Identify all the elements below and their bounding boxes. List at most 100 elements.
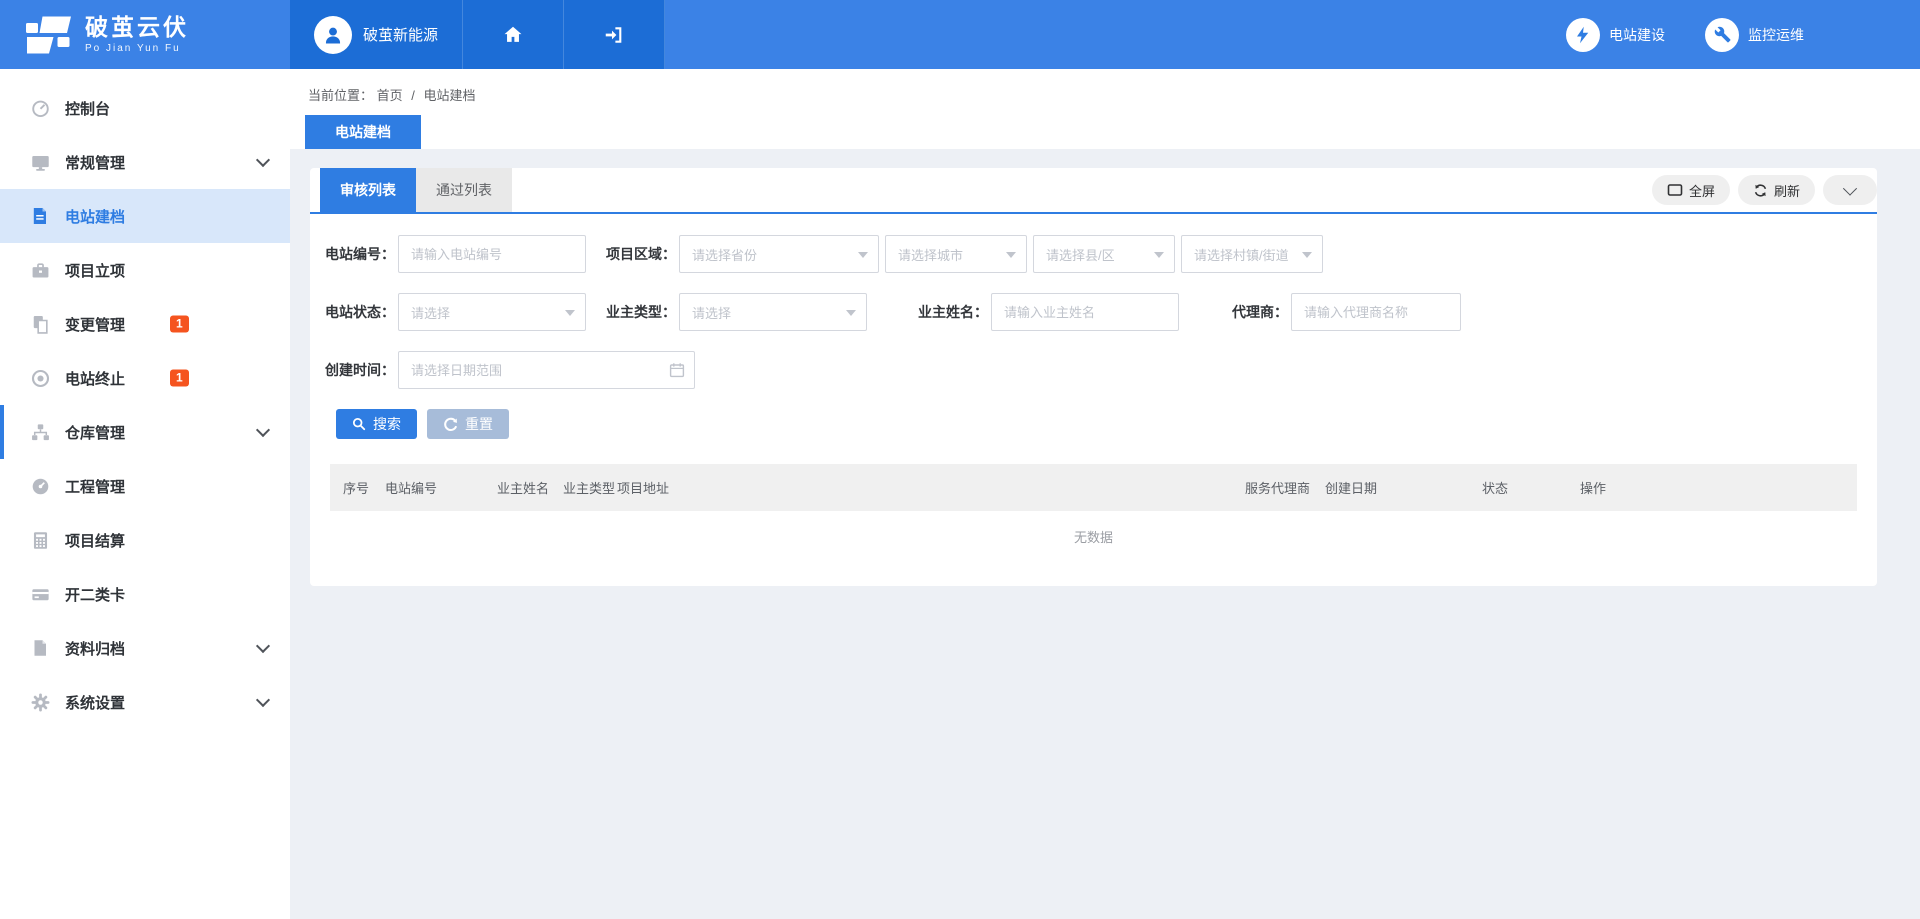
mode-monitor-ops[interactable]: 监控运维 — [1705, 18, 1804, 52]
station-status-select[interactable]: 请选择 — [398, 293, 586, 331]
dashboard-icon — [30, 98, 50, 118]
sidebar-item-general-mgmt[interactable]: 常规管理 — [0, 135, 290, 189]
company-name: 破茧新能源 — [363, 24, 438, 45]
logo-title: 破茧云伏 — [85, 15, 189, 40]
wrench-icon — [1705, 18, 1739, 52]
badge: 1 — [170, 316, 189, 333]
logo-icon — [26, 14, 72, 56]
list-panel: 审核列表 通过列表 全屏 — [310, 168, 1877, 586]
home-button[interactable] — [463, 0, 564, 69]
owner-type-select[interactable]: 请选择 — [679, 293, 867, 331]
date-range-picker[interactable] — [398, 351, 695, 389]
sidebar-item-engineering-mgmt[interactable]: 工程管理 — [0, 459, 290, 513]
app-root: 破茧云伏 Po Jian Yun Fu 破茧新能源 — [0, 0, 1920, 919]
header-nav-group: 破茧新能源 — [290, 0, 665, 69]
station-no-input[interactable] — [398, 235, 586, 273]
tab-passed-list[interactable]: 通过列表 — [416, 168, 512, 212]
signout-icon — [603, 24, 625, 46]
calculator-icon — [30, 530, 50, 550]
sidebar-item-project-initiation[interactable]: 项目立项 — [0, 243, 290, 297]
province-select[interactable]: 请选择省份 — [679, 235, 879, 273]
header-mode-switch: 电站建设 监控运维 — [1566, 0, 1920, 69]
owner-name-label: 业主姓名： — [867, 302, 988, 322]
panel-tab-row: 审核列表 通过列表 全屏 — [310, 168, 1877, 214]
home-icon — [502, 24, 524, 46]
column-header: 创建日期 — [1325, 478, 1482, 497]
pages-icon — [30, 314, 50, 334]
avatar — [314, 16, 352, 54]
sidebar-item-station-termination[interactable]: 电站终止 1 — [0, 351, 290, 405]
breadcrumb-home[interactable]: 首页 — [377, 88, 403, 103]
monitor-icon — [30, 152, 50, 172]
caret-down-icon — [565, 310, 575, 316]
sidebar-item-data-archive[interactable]: 资料归档 — [0, 621, 290, 675]
date-range-input[interactable] — [398, 351, 695, 389]
chevron-down-icon — [256, 153, 270, 167]
chevron-down-icon — [256, 693, 270, 707]
briefcase-icon — [30, 260, 50, 280]
filter-form: 电站编号： 项目区域： 请选择省份 请选择城市 请选择县/区 — [310, 214, 1877, 389]
refresh-button[interactable]: 刷新 — [1738, 175, 1815, 205]
column-header: 操作 — [1580, 478, 1857, 497]
sitemap-icon — [30, 422, 50, 442]
content-background: 审核列表 通过列表 全屏 — [290, 149, 1920, 919]
chevron-down-icon — [1843, 182, 1857, 196]
gear-icon — [30, 692, 50, 712]
user-icon — [322, 24, 344, 46]
reset-button[interactable]: 重置 — [427, 409, 509, 439]
empty-state: 无数据 — [330, 511, 1857, 561]
column-header: 业主类型 — [563, 478, 617, 497]
sidebar-item-station-archive[interactable]: 电站建档 — [0, 189, 290, 243]
caret-down-icon — [1302, 252, 1312, 258]
top-bar: 破茧云伏 Po Jian Yun Fu 破茧新能源 — [0, 0, 1920, 69]
search-icon — [352, 417, 366, 431]
column-header: 序号 — [343, 478, 385, 497]
station-no-label: 电站编号： — [310, 244, 395, 264]
user-menu[interactable]: 破茧新能源 — [290, 0, 463, 69]
search-button[interactable]: 搜索 — [336, 409, 417, 439]
owner-name-input[interactable] — [991, 293, 1179, 331]
mode-monitor-ops-label: 监控运维 — [1748, 25, 1804, 45]
sidebar-item-change-mgmt[interactable]: 变更管理 1 — [0, 297, 290, 351]
sidebar-item-console[interactable]: 控制台 — [0, 81, 290, 135]
mode-station-build-label: 电站建设 — [1609, 25, 1665, 45]
owner-type-label: 业主类型： — [586, 302, 676, 322]
refresh-icon — [1753, 183, 1768, 198]
panel-toolbar: 全屏 刷新 — [1652, 175, 1877, 205]
signout-button[interactable] — [564, 0, 665, 69]
collapse-button[interactable] — [1823, 175, 1877, 205]
agent-label: 代理商： — [1179, 302, 1288, 322]
reset-icon — [443, 417, 458, 432]
page-tab[interactable]: 电站建档 — [305, 115, 421, 149]
calendar-icon — [669, 362, 685, 378]
column-header: 业主姓名 — [497, 478, 563, 497]
sidebar: 控制台 常规管理 电站建档 — [0, 69, 290, 919]
mode-station-build[interactable]: 电站建设 — [1566, 18, 1665, 52]
sidebar-item-type2-card[interactable]: 开二类卡 — [0, 567, 290, 621]
caret-down-icon — [1006, 252, 1016, 258]
fullscreen-icon — [1667, 182, 1683, 198]
region-label: 项目区域： — [586, 244, 676, 264]
breadcrumb: 当前位置： 首页 / 电站建档 — [308, 85, 476, 104]
village-select[interactable]: 请选择村镇/街道 — [1181, 235, 1323, 273]
badge: 1 — [170, 370, 189, 387]
county-select[interactable]: 请选择县/区 — [1033, 235, 1175, 273]
gauge-icon — [30, 476, 50, 496]
chevron-down-icon — [256, 639, 270, 653]
logo-subtitle: Po Jian Yun Fu — [85, 43, 189, 54]
card-icon — [30, 584, 50, 604]
filter-row-2: 电站状态： 请选择 业主类型： 请选择 业主姓名： 代理商： — [310, 293, 1877, 331]
column-header: 电站编号 — [385, 478, 497, 497]
breadcrumb-separator: / — [411, 88, 415, 103]
tab-review-list[interactable]: 审核列表 — [320, 168, 416, 212]
fullscreen-button[interactable]: 全屏 — [1652, 175, 1730, 205]
column-header: 状态 — [1482, 478, 1580, 497]
sidebar-item-project-settlement[interactable]: 项目结算 — [0, 513, 290, 567]
city-select[interactable]: 请选择城市 — [885, 235, 1027, 273]
sidebar-item-warehouse-mgmt[interactable]: 仓库管理 — [0, 405, 290, 459]
document-icon — [30, 206, 50, 226]
agent-input[interactable] — [1291, 293, 1461, 331]
caret-down-icon — [858, 252, 868, 258]
breadcrumb-prefix: 当前位置： — [308, 88, 373, 103]
sidebar-item-system-settings[interactable]: 系统设置 — [0, 675, 290, 729]
